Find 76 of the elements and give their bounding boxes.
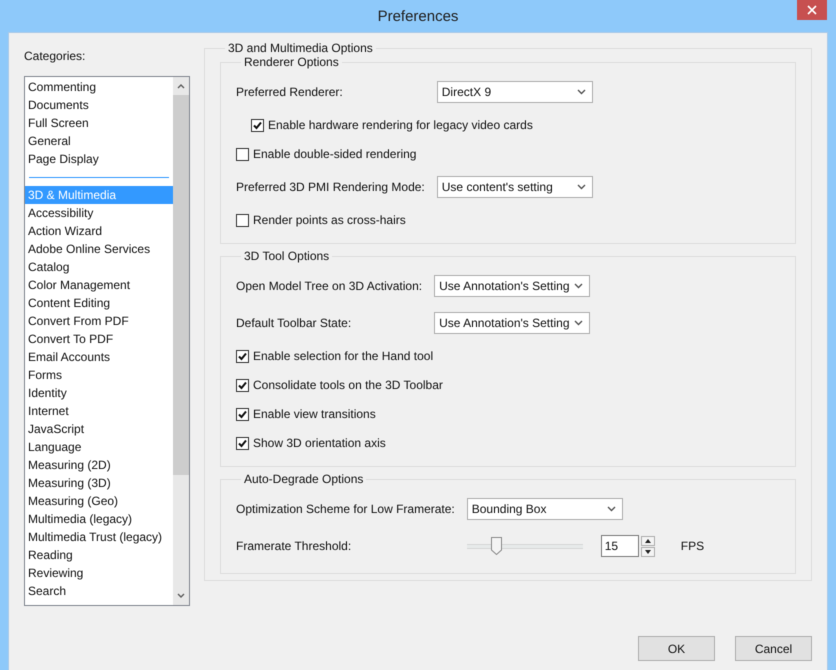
group-title: Renderer Options <box>243 55 340 69</box>
scrollbar-thumb[interactable] <box>173 95 189 475</box>
category-item[interactable]: Documents <box>25 96 173 114</box>
close-button[interactable] <box>797 0 827 20</box>
category-item[interactable]: Identity <box>25 384 173 402</box>
scroll-down-icon[interactable] <box>177 593 185 599</box>
checkbox[interactable] <box>251 118 264 132</box>
close-icon <box>807 5 817 15</box>
scroll-up-icon[interactable] <box>177 83 185 89</box>
window-title: Preferences <box>378 8 458 24</box>
category-item[interactable]: Adobe Online Services <box>25 240 173 258</box>
category-item[interactable]: Forms <box>25 366 173 384</box>
category-item[interactable]: General <box>25 132 173 150</box>
checkbox-label: Enable selection for the Hand tool <box>253 349 434 363</box>
caret-icon <box>574 283 584 289</box>
field-label: Framerate Threshold: <box>236 539 352 553</box>
category-item[interactable]: Action Wizard <box>25 222 173 240</box>
category-item[interactable]: Content Editing <box>25 294 173 312</box>
checkbox-label: Render points as cross-hairs <box>253 213 406 227</box>
spin-up-icon[interactable] <box>640 536 655 546</box>
caret-icon <box>576 89 586 95</box>
category-item[interactable]: JavaScript <box>25 420 173 438</box>
category-item[interactable]: Measuring (3D) <box>25 474 173 492</box>
category-item[interactable]: Convert To PDF <box>25 330 173 348</box>
categories-label: Categories: <box>24 49 86 65</box>
category-item[interactable]: Internet <box>25 402 173 420</box>
checkbox[interactable] <box>236 214 249 226</box>
category-item[interactable]: Full Screen <box>25 114 173 132</box>
field-label: Default Toolbar State: <box>236 316 352 330</box>
group-title: Auto-Degrade Options <box>243 472 364 486</box>
category-item[interactable]: Page Display <box>25 150 173 168</box>
checkbox-label: Enable view transitions <box>253 407 376 421</box>
field-label: Optimization Scheme for Low Framerate: <box>236 502 455 516</box>
category-item[interactable]: Measuring (2D) <box>25 456 173 474</box>
field-label: Preferred 3D PMI Rendering Mode: <box>236 180 425 194</box>
category-item[interactable]: Language <box>25 438 173 456</box>
dropdown[interactable]: Use content's setting <box>436 176 593 198</box>
checkbox-label: Show 3D orientation axis <box>253 436 386 450</box>
checkbox[interactable] <box>236 148 249 160</box>
checkbox-label: Consolidate tools on the 3D Toolbar <box>253 378 443 392</box>
checkbox-label: Enable hardware rendering for legacy video cards <box>268 118 533 132</box>
dropdown[interactable]: DirectX 9 <box>436 81 593 103</box>
category-item[interactable]: Multimedia (legacy) <box>25 510 173 528</box>
caret-icon <box>576 184 586 190</box>
group-title: 3D Tool Options <box>243 249 330 263</box>
scrollbar[interactable] <box>173 77 189 605</box>
category-item[interactable]: Multimedia Trust (legacy) <box>25 528 173 546</box>
checkbox[interactable] <box>236 378 249 392</box>
category-item[interactable]: Reviewing <box>25 564 173 582</box>
category-item[interactable]: Search <box>25 582 173 600</box>
number-field[interactable]: 15 <box>600 535 639 557</box>
unit-label: FPS <box>680 539 704 553</box>
field-label: Preferred Renderer: <box>236 85 344 99</box>
category-item[interactable]: Email Accounts <box>25 348 173 366</box>
category-item[interactable]: Accessibility <box>25 204 173 222</box>
dropdown[interactable]: Use Annotation's Setting <box>434 312 590 334</box>
slider-thumb[interactable] <box>490 537 502 555</box>
group-title: 3D and Multimedia Options <box>227 41 374 55</box>
category-item[interactable]: Reading <box>25 546 173 564</box>
field-label: Open Model Tree on 3D Activation: <box>236 279 422 293</box>
checkbox[interactable] <box>236 436 249 450</box>
dialog-button[interactable]: OK <box>638 636 715 661</box>
dropdown[interactable]: Use Annotation's Setting <box>434 275 590 297</box>
checkbox[interactable] <box>236 408 249 420</box>
caret-icon <box>606 506 616 512</box>
checkbox-label: Enable double-sided rendering <box>253 147 416 161</box>
checkbox[interactable] <box>236 350 249 362</box>
dialog-button[interactable]: Cancel <box>735 636 812 661</box>
caret-icon <box>574 320 584 326</box>
category-item[interactable]: Convert From PDF <box>25 312 173 330</box>
category-item[interactable]: Catalog <box>25 258 173 276</box>
spin-down-icon[interactable] <box>640 546 655 556</box>
dropdown[interactable]: Bounding Box <box>466 498 623 520</box>
category-item[interactable]: Color Management <box>25 276 173 294</box>
category-item[interactable]: Commenting <box>25 78 173 96</box>
category-item[interactable]: Measuring (Geo) <box>25 492 173 510</box>
